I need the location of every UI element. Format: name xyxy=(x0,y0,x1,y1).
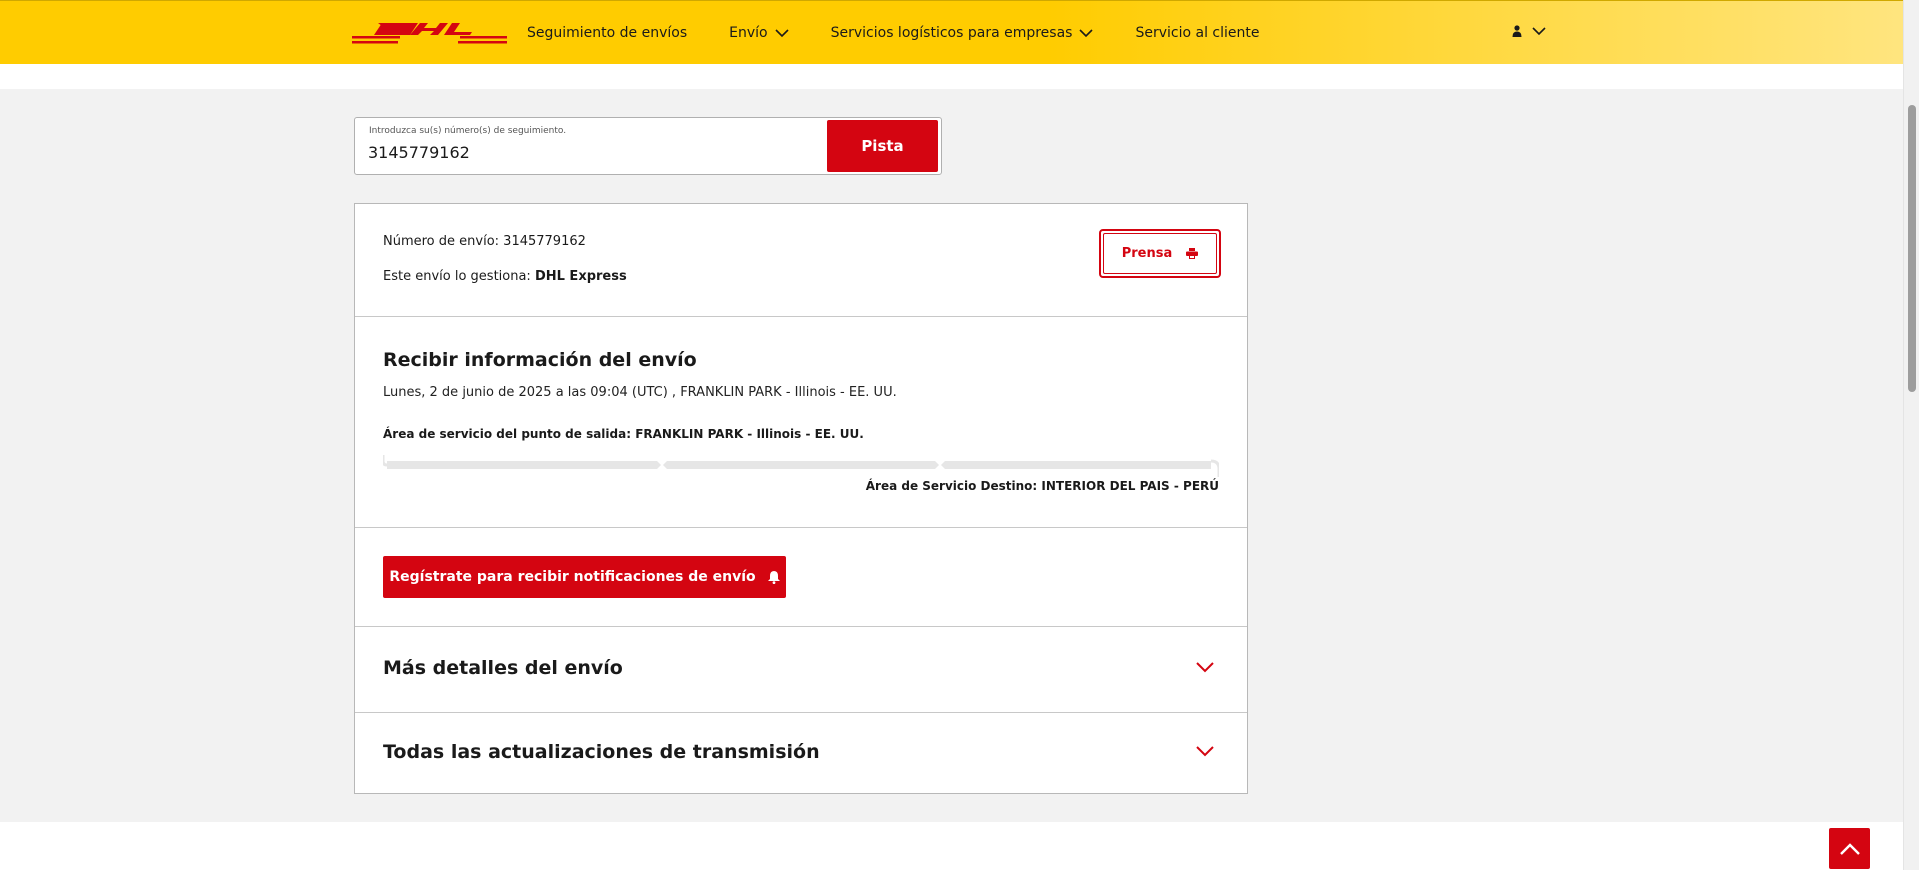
progress-step-3 xyxy=(941,461,1211,469)
print-button-inner: Prensa xyxy=(1103,233,1217,274)
shipment-header: Número de envío: 3145779162 Este envío l… xyxy=(355,204,1247,317)
nav-business-label: Servicios logísticos para empresas xyxy=(830,25,1073,41)
accordion-all-updates[interactable]: Todas las actualizaciones de transmisión xyxy=(355,713,1247,793)
print-button[interactable]: Prensa xyxy=(1099,229,1221,278)
user-menu[interactable] xyxy=(1512,25,1546,37)
destination-service-area: Área de Servicio Destino: INTERIOR DEL P… xyxy=(865,479,1219,493)
footer-area xyxy=(0,822,1903,870)
nav-shipping[interactable]: Envío xyxy=(729,25,789,41)
handler-name: DHL Express xyxy=(534,269,627,284)
accordion-title: Más detalles del envío xyxy=(383,657,623,679)
chevron-down-icon xyxy=(1532,26,1546,35)
handler-label: Este envío lo gestiona: xyxy=(383,269,535,284)
bell-icon xyxy=(767,571,780,584)
nav-business-logistics[interactable]: Servicios logísticos para empresas xyxy=(831,25,1094,41)
nav-tracking[interactable]: Seguimiento de envíos xyxy=(527,25,687,41)
chevron-down-icon xyxy=(1196,662,1214,673)
header-spacer xyxy=(0,64,1903,89)
user-icon xyxy=(1512,25,1522,37)
chevron-down-icon xyxy=(1196,746,1214,757)
shipment-card: Número de envío: 3145779162 Este envío l… xyxy=(354,203,1248,794)
register-notifications-button[interactable]: Regístrate para recibir notificaciones d… xyxy=(383,556,786,598)
accordion-title: Todas las actualizaciones de transmisión xyxy=(383,741,820,763)
main-nav: Seguimiento de envíos Envío Servicios lo… xyxy=(527,1,1302,65)
back-to-top-button[interactable] xyxy=(1829,828,1870,869)
shipment-progress-bar xyxy=(383,455,1219,477)
nav-customer-service[interactable]: Servicio al cliente xyxy=(1135,25,1259,41)
notify-button-label: Regístrate para recibir notificaciones d… xyxy=(389,569,756,585)
notifications-section: Regístrate para recibir notificaciones d… xyxy=(355,528,1247,627)
shipment-number: Número de envío: 3145779162 xyxy=(383,234,586,249)
shipment-number-label: Número de envío: xyxy=(383,234,504,249)
nav-customer-label: Servicio al cliente xyxy=(1135,25,1260,41)
progress-step-1 xyxy=(387,461,661,469)
chevron-down-icon xyxy=(1079,28,1094,37)
shipment-number-value: 3145779162 xyxy=(503,234,586,249)
progress-step-2 xyxy=(663,461,939,469)
page-scrollbar[interactable] xyxy=(1903,0,1919,870)
print-button-label: Prensa xyxy=(1121,246,1173,261)
printer-icon xyxy=(1186,248,1199,259)
dhl-logo[interactable] xyxy=(352,21,507,47)
info-title: Recibir información del envío xyxy=(383,349,697,371)
tracking-number-input[interactable] xyxy=(368,143,808,162)
scrollbar-thumb[interactable] xyxy=(1908,105,1916,392)
site-header: Seguimiento de envíos Envío Servicios lo… xyxy=(0,0,1903,64)
accordion-more-details[interactable]: Más detalles del envío xyxy=(355,627,1247,713)
shipment-info: Recibir información del envío Lunes, 2 d… xyxy=(355,317,1247,528)
origin-service-area: Área de servicio del punto de salida: FR… xyxy=(383,427,864,441)
info-date: Lunes, 2 de junio de 2025 a las 09:04 (U… xyxy=(383,385,897,400)
tracking-search: Introduzca su(s) número(s) de seguimient… xyxy=(354,117,942,175)
nav-tracking-label: Seguimiento de envíos xyxy=(527,25,688,41)
chevron-down-icon xyxy=(775,28,789,37)
shipment-handler: Este envío lo gestiona: DHL Express xyxy=(383,269,627,284)
tracking-input-label: Introduzca su(s) número(s) de seguimient… xyxy=(369,126,567,136)
track-button[interactable]: Pista xyxy=(827,120,938,172)
chevron-up-icon xyxy=(1839,842,1860,855)
nav-shipping-label: Envío xyxy=(729,25,768,41)
